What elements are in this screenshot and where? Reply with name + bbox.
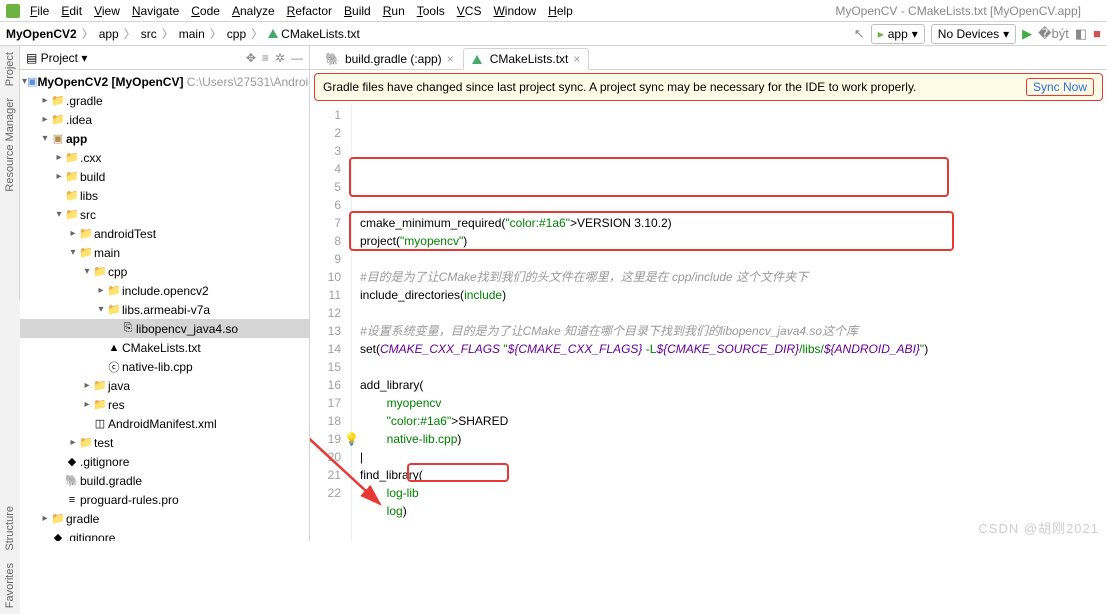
close-tab-icon[interactable]: × (447, 52, 454, 66)
editor-tab[interactable]: CMakeLists.txt× (463, 48, 590, 70)
tree-item[interactable]: ▾📁libs.armeabi-v7a (20, 300, 309, 319)
menu-build[interactable]: Build (338, 2, 377, 20)
tree-item[interactable]: 🐘build.gradle (20, 471, 309, 490)
menu-code[interactable]: Code (185, 2, 226, 20)
sync-now-link[interactable]: Sync Now (1026, 78, 1094, 96)
select-opened-file-icon[interactable]: ✥ (246, 51, 256, 65)
search-icon[interactable]: ↖ (854, 26, 865, 42)
menu-vcs[interactable]: VCS (451, 2, 488, 20)
tree-item[interactable]: 📁libs (20, 186, 309, 205)
tree-root[interactable]: ▾▣MyOpenCV2 [MyOpenCV] C:\Users\27531\An… (20, 72, 309, 91)
project-panel-header: ▤ Project ▾ ✥ ≡ ✲ — (20, 46, 309, 70)
tree-item[interactable]: ▸📁.cxx (20, 148, 309, 167)
menu-navigate[interactable]: Navigate (126, 2, 185, 20)
tree-item[interactable]: ≡proguard-rules.pro (20, 490, 309, 509)
tree-item[interactable]: ▾📁cpp (20, 262, 309, 281)
intention-bulb-icon[interactable]: 💡 (344, 430, 359, 448)
toolbar: MyOpenCV2〉app〉src〉main〉cpp〉CMakeLists.tx… (0, 22, 1107, 46)
project-tree[interactable]: ▾▣MyOpenCV2 [MyOpenCV] C:\Users\27531\An… (20, 70, 309, 541)
tree-item[interactable]: ◆.gitignore (20, 528, 309, 541)
app-logo-icon (6, 4, 20, 18)
hide-icon[interactable]: — (291, 51, 303, 65)
tool-tab-favorites[interactable]: Favorites (4, 557, 16, 614)
chevron-down-icon: ▾ (912, 27, 918, 41)
run-icon[interactable]: ▶ (1022, 26, 1032, 42)
device-selector-dropdown[interactable]: No Devices ▾ (931, 24, 1016, 44)
menu-file[interactable]: File (24, 2, 55, 20)
line-gutter[interactable]: 12345678910111213141516171819202122 (310, 104, 352, 541)
tree-item[interactable]: ▸📁java (20, 376, 309, 395)
tree-item[interactable]: ▸📁res (20, 395, 309, 414)
menu-run[interactable]: Run (377, 2, 411, 20)
tree-item[interactable]: ▸📁androidTest (20, 224, 309, 243)
left-tool-strip-2: Structure Favorites (0, 300, 20, 614)
watermark: CSDN @胡刚2021 (978, 518, 1099, 537)
settings-icon[interactable]: ✲ (275, 51, 285, 65)
tree-item[interactable]: ⓒnative-lib.cpp (20, 357, 309, 376)
tool-tab-project[interactable]: Project (4, 46, 16, 92)
editor-tabs: 🐘build.gradle (:app)×CMakeLists.txt× (310, 46, 1107, 70)
tree-item[interactable]: ▸📁.idea (20, 110, 309, 129)
editor-tab[interactable]: 🐘build.gradle (:app)× (316, 48, 463, 69)
window-title: MyOpenCV - CMakeLists.txt [MyOpenCV.app] (835, 4, 1101, 18)
tree-item[interactable]: ▾▣app (20, 129, 309, 148)
menu-analyze[interactable]: Analyze (226, 2, 281, 20)
tree-item[interactable]: ▸📁build (20, 167, 309, 186)
code-editor[interactable]: cmake_minimum_required("color:#1a6">VERS… (352, 104, 1107, 541)
tree-item[interactable]: ▸📁test (20, 433, 309, 452)
breadcrumb[interactable]: MyOpenCV2〉app〉src〉main〉cpp〉CMakeLists.tx… (6, 25, 360, 42)
highlight-box-1 (349, 157, 949, 197)
close-tab-icon[interactable]: × (573, 52, 580, 66)
tree-item[interactable]: ▸📁.gradle (20, 91, 309, 110)
tree-item[interactable]: ▸📁gradle (20, 509, 309, 528)
tree-item[interactable]: ◫AndroidManifest.xml (20, 414, 309, 433)
project-view-dropdown[interactable]: ▤ Project ▾ (26, 51, 87, 65)
notice-message: Gradle files have changed since last pro… (323, 80, 1020, 94)
menu-window[interactable]: Window (487, 2, 542, 20)
stop-icon[interactable]: ■ (1093, 26, 1101, 41)
tree-item[interactable]: ▾📁main (20, 243, 309, 262)
profiler-icon[interactable]: ◧ (1075, 26, 1087, 42)
menu-refactor[interactable]: Refactor (281, 2, 338, 20)
tree-item[interactable]: ▾📁src (20, 205, 309, 224)
collapse-all-icon[interactable]: ≡ (262, 51, 269, 65)
editor-area: 🐘build.gradle (:app)×CMakeLists.txt× Gra… (310, 46, 1107, 541)
tree-item[interactable]: ◆.gitignore (20, 452, 309, 471)
sync-notice-banner: Gradle files have changed since last pro… (314, 73, 1103, 101)
tool-tab-structure[interactable]: Structure (4, 500, 16, 557)
tree-item[interactable]: ▲CMakeLists.txt (20, 338, 309, 357)
menu-tools[interactable]: Tools (411, 2, 451, 20)
run-config-dropdown[interactable]: ▸ app ▾ (871, 24, 925, 44)
project-panel: ▤ Project ▾ ✥ ≡ ✲ — ▾▣MyOpenCV2 [MyOpenC… (20, 46, 310, 541)
tree-item[interactable]: ⎘libopencv_java4.so (20, 319, 309, 338)
menu-view[interactable]: View (88, 2, 126, 20)
menu-edit[interactable]: Edit (55, 2, 88, 20)
debug-icon[interactable]: �být (1038, 26, 1069, 42)
tool-tab-resource-manager[interactable]: Resource Manager (4, 92, 16, 198)
menu-help[interactable]: Help (542, 2, 579, 20)
chevron-down-icon: ▾ (1003, 27, 1009, 41)
menu-bar: FileEditViewNavigateCodeAnalyzeRefactorB… (0, 0, 1107, 22)
tree-item[interactable]: ▸📁include.opencv2 (20, 281, 309, 300)
